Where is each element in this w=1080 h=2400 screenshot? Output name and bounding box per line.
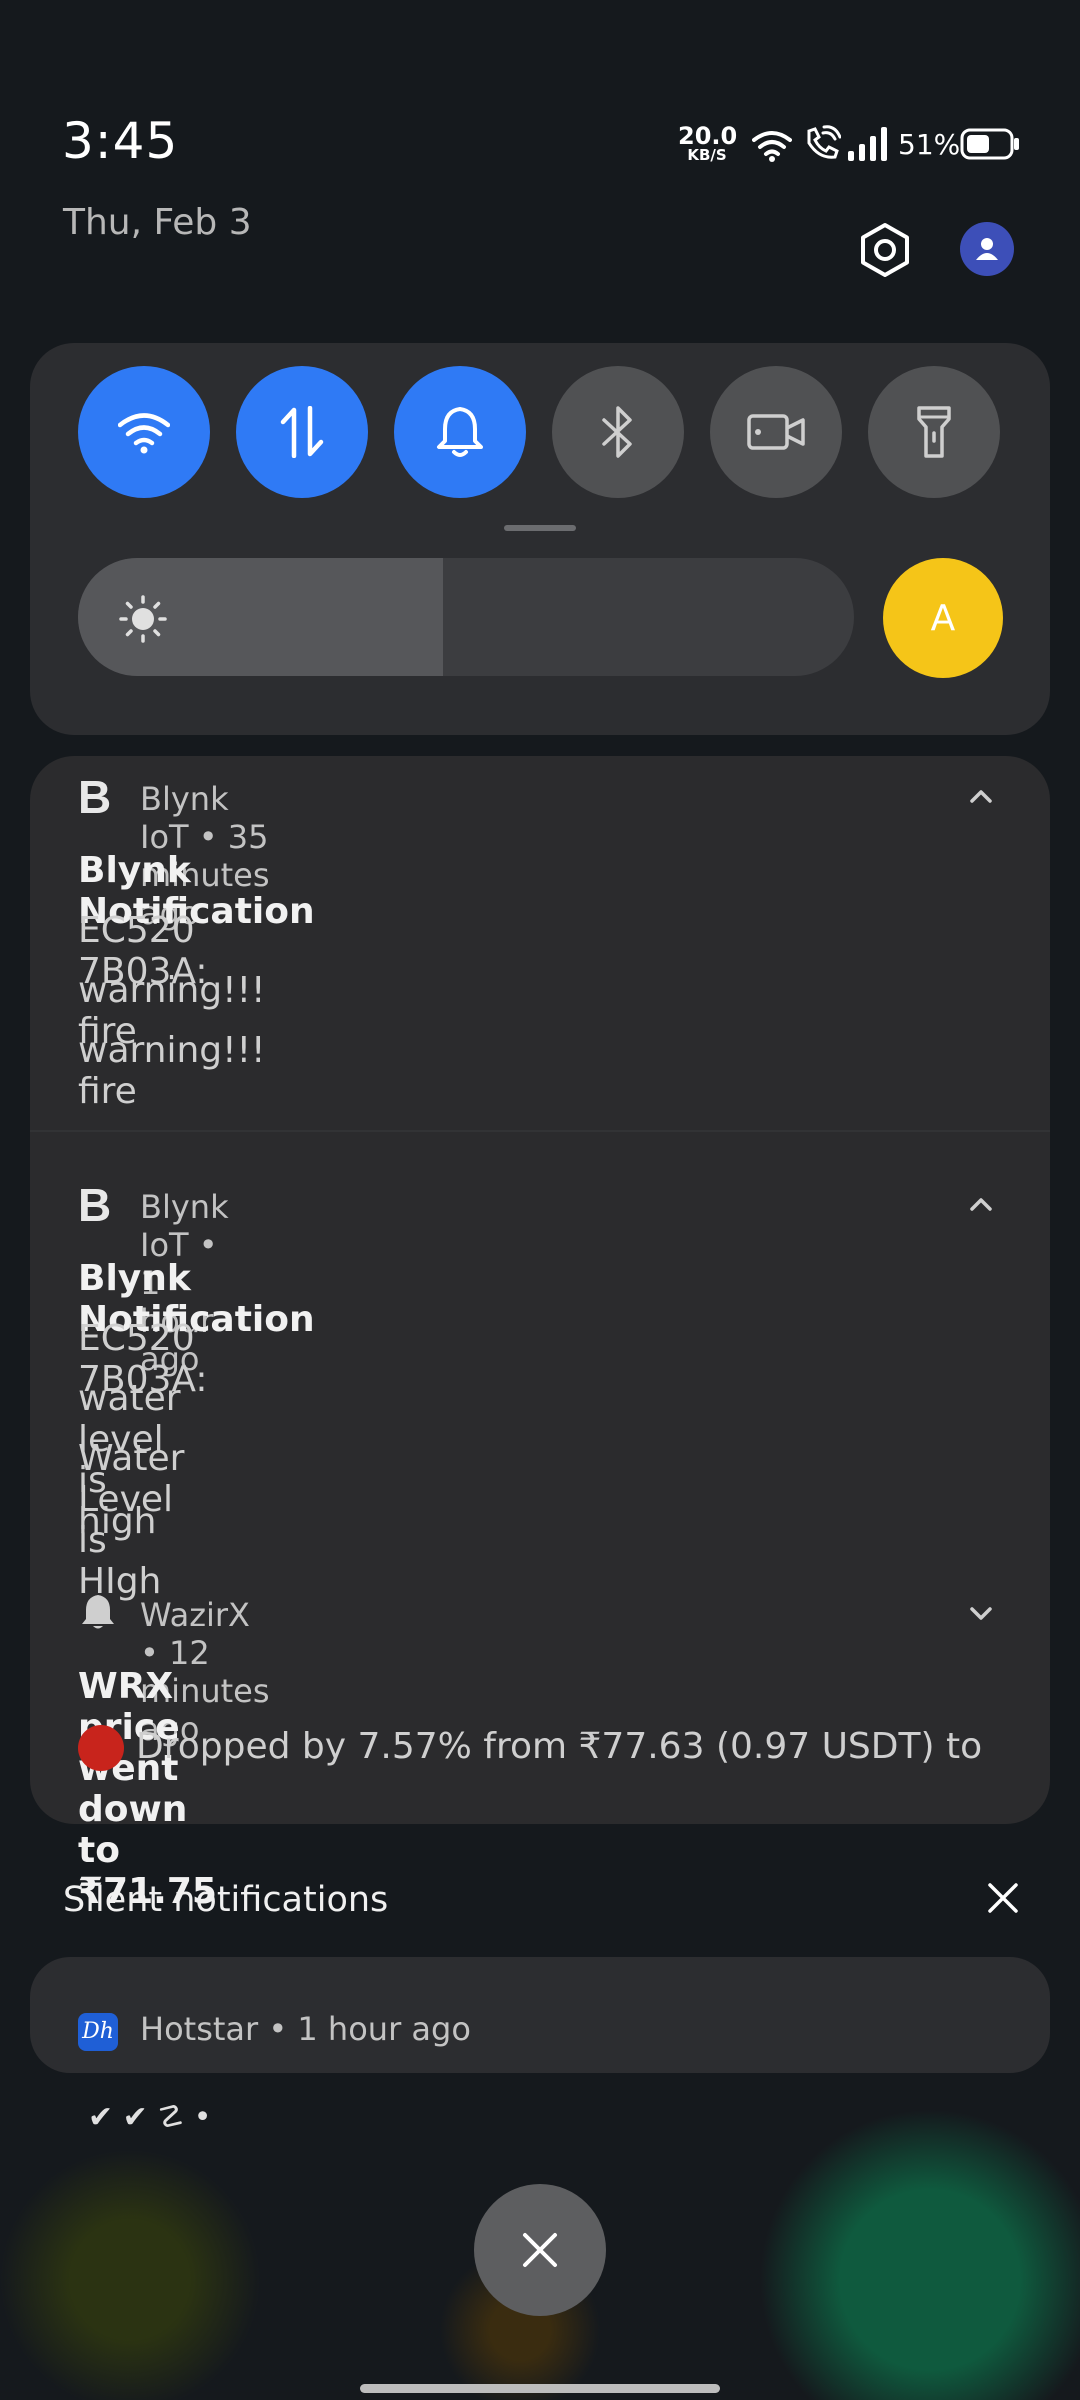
auto-brightness-button[interactable]: A: [883, 558, 1003, 678]
user-avatar[interactable]: [960, 222, 1014, 276]
home-indicator[interactable]: [360, 2384, 720, 2393]
bell-icon: [82, 1595, 114, 1629]
bluetooth-icon: [602, 406, 632, 458]
blynk-app-icon: B: [78, 771, 112, 823]
flashlight-toggle[interactable]: [868, 366, 1000, 498]
wifi-icon: [118, 413, 170, 454]
mobile-data-toggle[interactable]: [236, 366, 368, 498]
blynk-app-icon: B: [78, 1179, 112, 1231]
notification-text-line: warning!!! fire: [78, 1030, 266, 1112]
data-arrows-icon: [280, 406, 324, 458]
network-speed-value: 20.0: [678, 122, 738, 150]
signal-icon: [848, 127, 887, 161]
flashlight-icon: [917, 406, 951, 458]
chevron-down-icon[interactable]: [966, 1604, 996, 1624]
close-icon[interactable]: [985, 1880, 1021, 1916]
bell-icon: [437, 407, 483, 457]
chevron-up-icon[interactable]: [966, 1194, 996, 1214]
bluetooth-toggle[interactable]: [552, 366, 684, 498]
notification-text-line: Dropped by 7.57% from ₹77.63 (0.97 USDT)…: [136, 1726, 986, 1767]
wifi-calling-icon: [807, 125, 841, 159]
screen-record-toggle[interactable]: [710, 366, 842, 498]
screen-record-icon: [747, 414, 805, 450]
sound-toggle[interactable]: [394, 366, 526, 498]
notification-text-line: Water Level is HIgh: [78, 1438, 185, 1602]
more-notification-icons: ✔ ✔ ☡ •: [88, 2100, 212, 2135]
hotstar-app-icon: Dh: [78, 2013, 118, 2051]
clock: 3:45: [62, 112, 179, 170]
brightness-slider[interactable]: [78, 558, 854, 676]
settings-gear-icon[interactable]: [855, 220, 915, 280]
date: Thu, Feb 3: [63, 202, 252, 243]
wifi-toggle[interactable]: [78, 366, 210, 498]
close-icon: [523, 2233, 557, 2267]
battery-icon: [960, 128, 1019, 160]
wifi-status-icon: [752, 131, 792, 162]
chevron-up-icon[interactable]: [966, 786, 996, 806]
silent-notifications-heading: Silent notifications: [63, 1880, 389, 1920]
user-icon: [976, 238, 998, 260]
notification-divider: [30, 1130, 1050, 1132]
clear-all-button[interactable]: [474, 2184, 606, 2316]
network-speed-unit: KB/S: [687, 146, 727, 164]
panel-drag-handle[interactable]: [504, 525, 576, 531]
red-circle-emoji-icon: [78, 1725, 124, 1771]
network-speed: 20.0 KB/S: [678, 122, 738, 164]
brightness-sun-icon: [119, 595, 167, 643]
notification-app-line: Hotstar • 1 hour ago: [140, 2010, 471, 2048]
battery-percent: 51%: [898, 128, 961, 161]
notification-title: WRX price went down to ₹71.75: [78, 1666, 217, 1912]
